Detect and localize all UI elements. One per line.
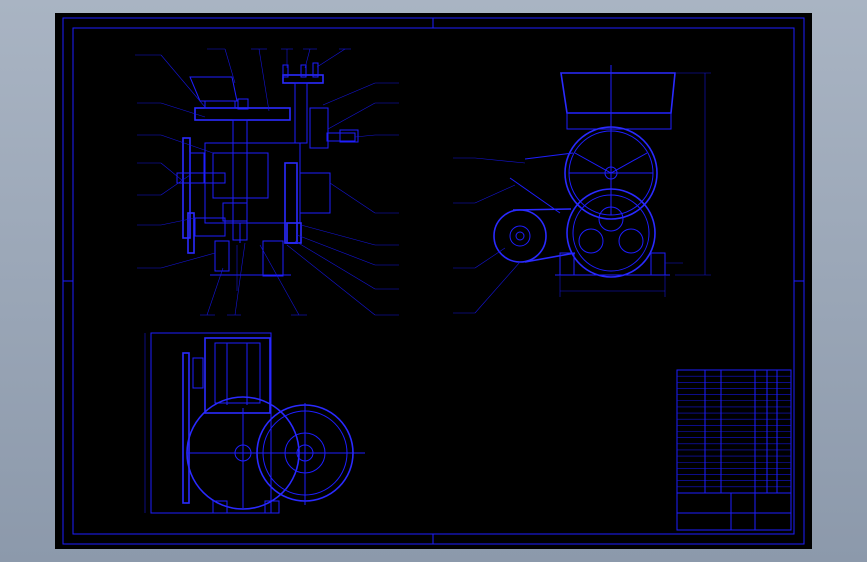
- cad-drawing: [62, 17, 805, 545]
- front-section-view: [135, 48, 399, 316]
- drawing-sheet: [55, 13, 812, 549]
- top-view: [144, 332, 365, 514]
- outer-frame: [62, 17, 805, 545]
- side-view: [453, 65, 711, 314]
- inner-frame: [72, 27, 795, 535]
- title-block: [676, 369, 792, 531]
